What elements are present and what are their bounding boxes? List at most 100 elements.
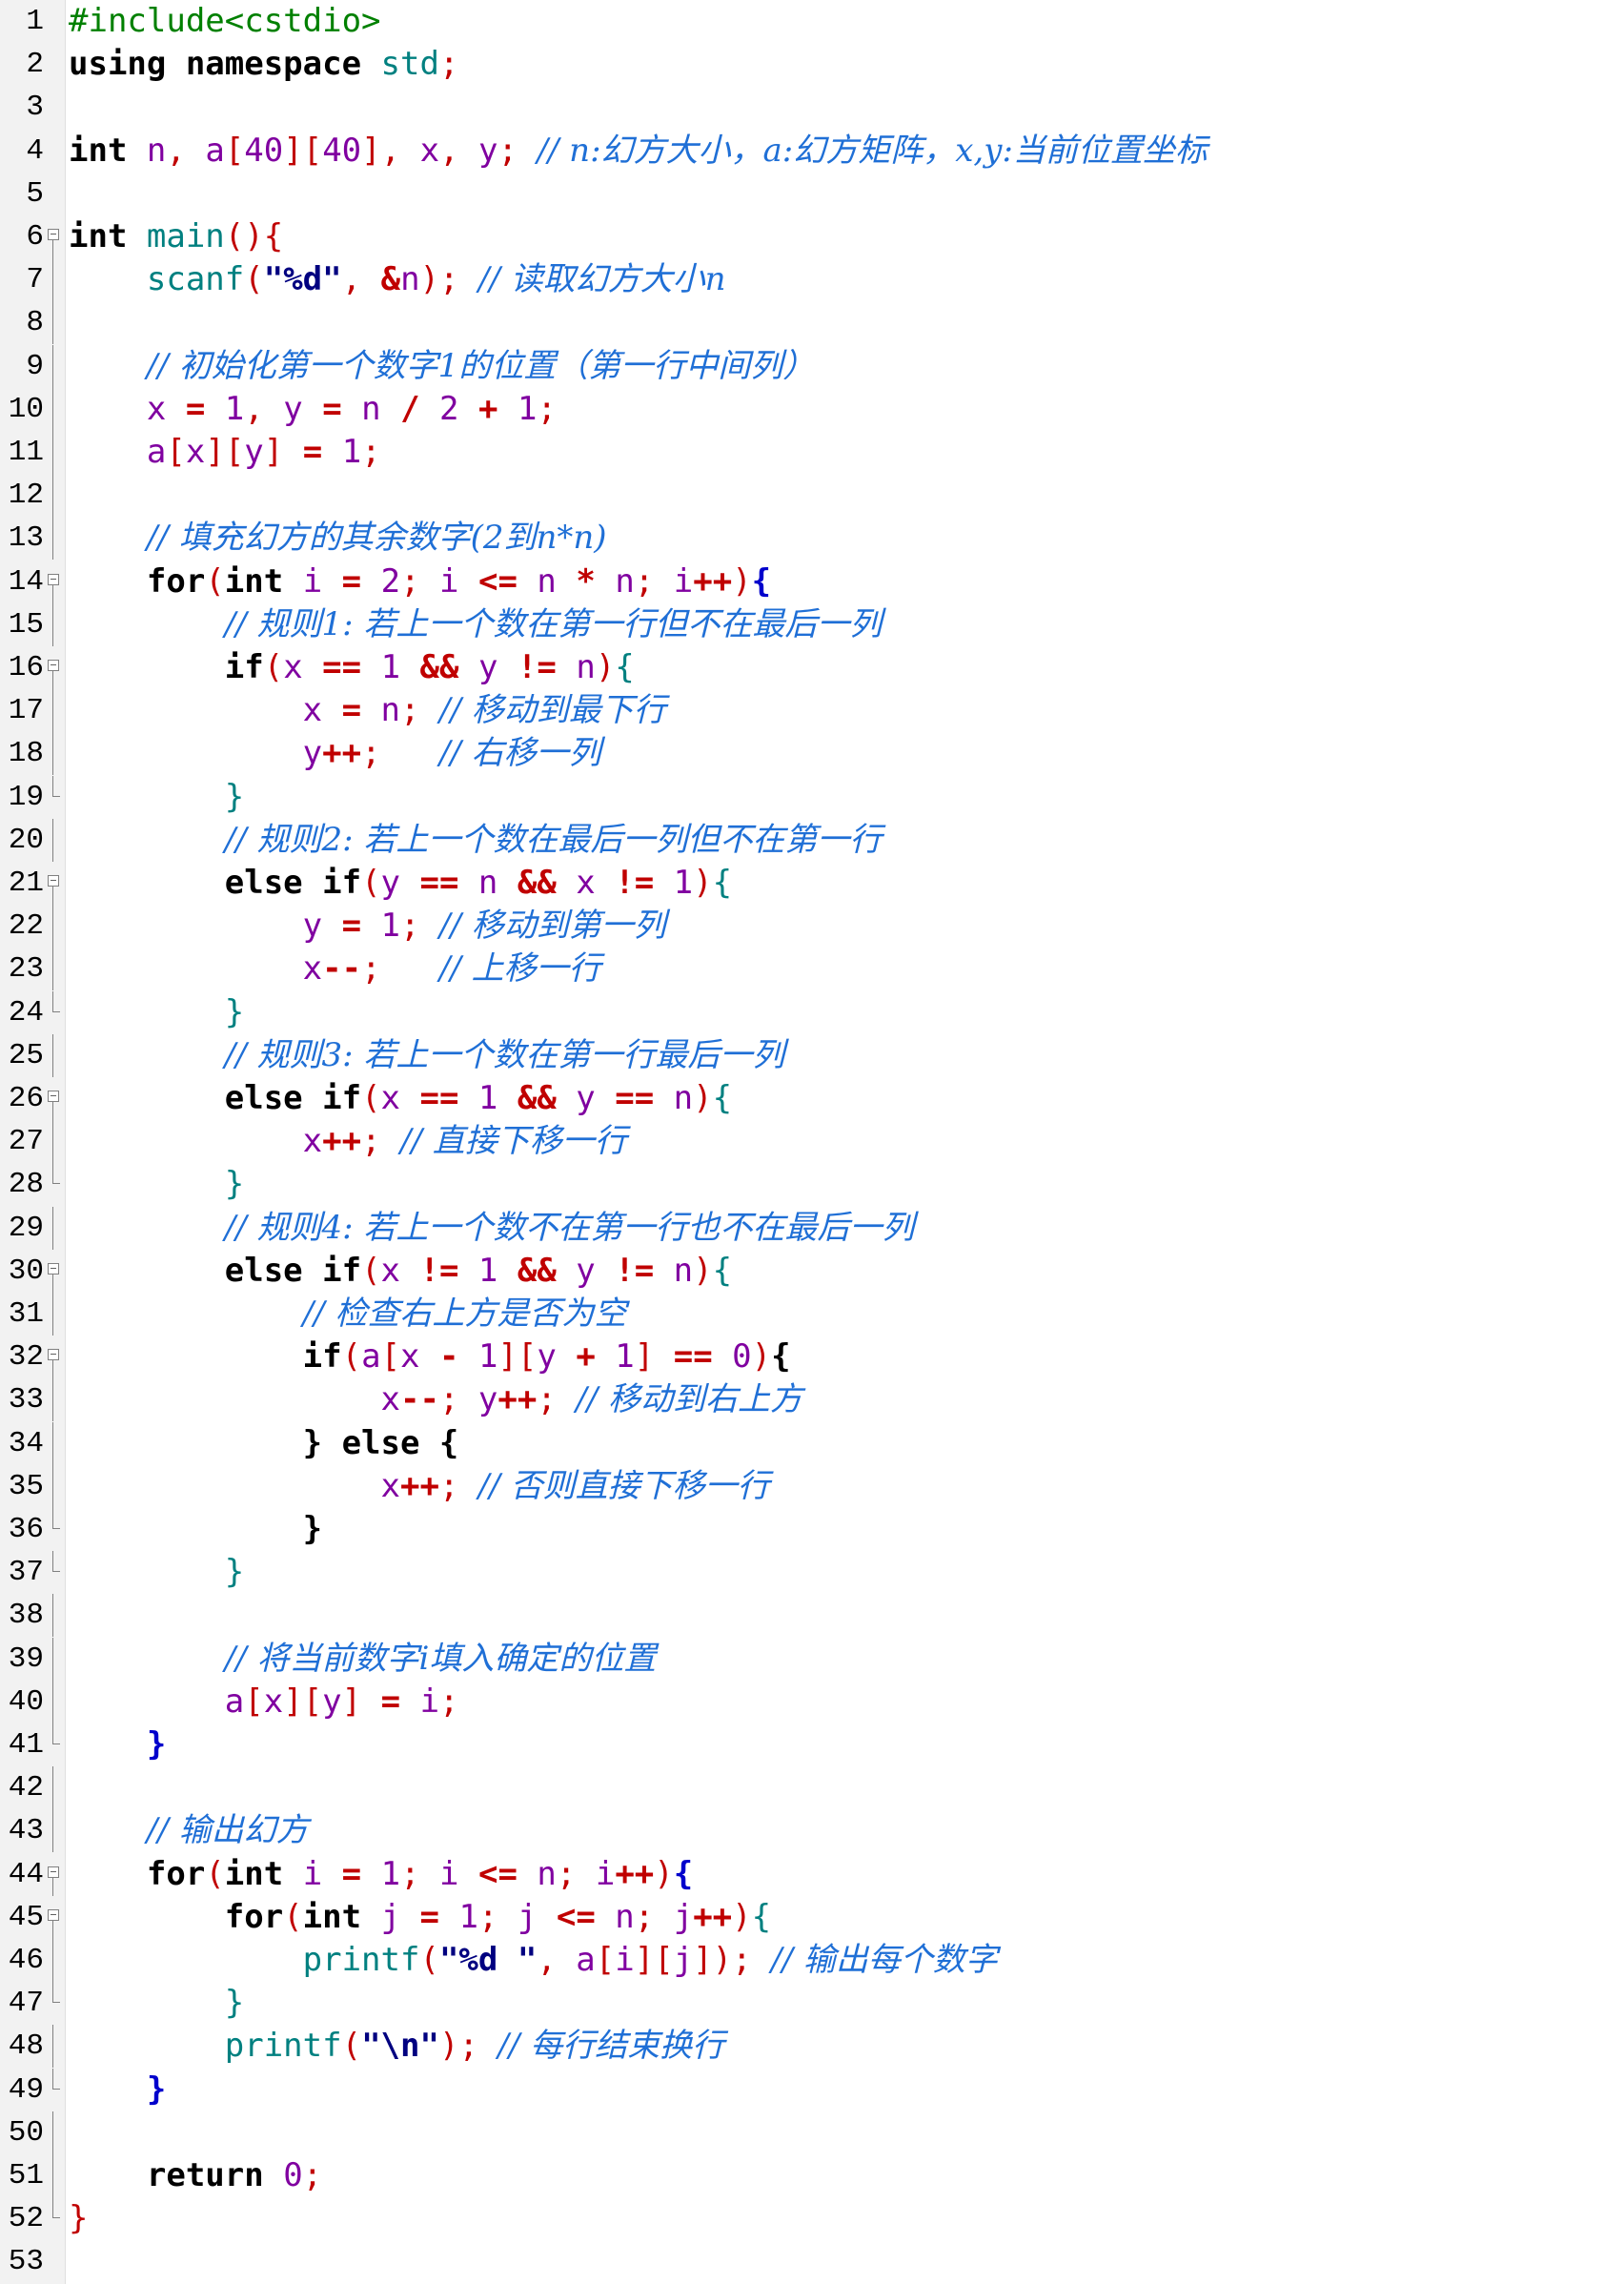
code-line[interactable]: 8 (0, 301, 1624, 345)
code-line[interactable]: 35 x++; // 否则直接下移一行 (0, 1464, 1624, 1508)
code-text[interactable]: x = 1, y = n / 2 + 1; (69, 388, 557, 431)
code-line[interactable]: 21 else if(y == n && x != 1){ (0, 862, 1624, 905)
code-text[interactable]: a[x][y] = i; (69, 1681, 459, 1723)
code-text[interactable]: } else { (69, 1422, 459, 1465)
code-text[interactable]: y = 1; // 移动到第一列 (69, 905, 666, 948)
code-line[interactable]: 38 (0, 1594, 1624, 1638)
code-text[interactable]: // 检查右上方是否为空 (69, 1293, 627, 1336)
code-line[interactable]: 47 } (0, 1982, 1624, 2025)
code-line[interactable]: 37 } (0, 1551, 1624, 1594)
code-line[interactable]: 13 // 填充幻方的其余数字(2到n*n) (0, 517, 1624, 561)
code-text[interactable]: for(int j = 1; j <= n; j++){ (69, 1896, 771, 1939)
code-editor[interactable]: 1 #include<cstdio> 2 using namespace std; 3 4… (0, 0, 1624, 2284)
code-text[interactable]: // 规则1: 若上一个数在第一行但不在最后一列 (69, 603, 883, 646)
code-line[interactable]: 45 for(int j = 1; j <= n; j++){ (0, 1896, 1624, 1939)
code-text[interactable]: // 规则3: 若上一个数在第一行最后一列 (69, 1034, 785, 1077)
code-line[interactable]: 53 (0, 2240, 1624, 2283)
code-line[interactable]: 1 #include<cstdio> (0, 0, 1624, 43)
code-line[interactable]: 34 } else { (0, 1421, 1624, 1465)
code-text[interactable]: printf("%d ", a[i][j]); // 输出每个数字 (69, 1939, 998, 1982)
code-line[interactable]: 51 return 0; (0, 2154, 1624, 2197)
fold-collapse-icon[interactable] (48, 561, 61, 603)
code-line[interactable]: 41 } (0, 1723, 1624, 1766)
code-text[interactable]: y++; // 右移一列 (69, 732, 601, 775)
code-line[interactable]: 46 printf("%d ", a[i][j]); // 输出每个数字 (0, 1939, 1624, 1982)
code-line[interactable]: 39 // 将当前数字i填入确定的位置 (0, 1637, 1624, 1681)
code-line[interactable]: 31 // 检查右上方是否为空 (0, 1293, 1624, 1336)
code-line[interactable]: 40 a[x][y] = i; (0, 1680, 1624, 1723)
code-line[interactable]: 42 (0, 1766, 1624, 1810)
code-line[interactable]: 27 x++; // 直接下移一行 (0, 1120, 1624, 1164)
code-text[interactable]: if(a[x - 1][y + 1] == 0){ (69, 1336, 791, 1378)
code-text[interactable]: // 填充幻方的其余数字(2到n*n) (69, 517, 607, 560)
code-line[interactable]: 16 if(x == 1 && y != n){ (0, 646, 1624, 689)
code-text[interactable]: // 规则4: 若上一个数不在第一行也不在最后一列 (69, 1207, 915, 1250)
code-line[interactable]: 4 int n, a[40][40], x, y; // n:幻方大小，a:幻方矩… (0, 130, 1624, 173)
code-text[interactable]: x++; // 直接下移一行 (69, 1120, 627, 1163)
code-line[interactable]: 25 // 规则3: 若上一个数在第一行最后一列 (0, 1033, 1624, 1077)
code-line[interactable]: 32 if(a[x - 1][y + 1] == 0){ (0, 1336, 1624, 1379)
code-text[interactable]: #include<cstdio> (69, 0, 381, 43)
code-line[interactable]: 3 (0, 86, 1624, 129)
code-line[interactable]: 26 else if(x == 1 && y == n){ (0, 1077, 1624, 1120)
code-line[interactable]: 33 x--; y++; // 移动到右上方 (0, 1378, 1624, 1422)
fold-collapse-icon[interactable] (48, 862, 61, 905)
code-line[interactable]: 10 x = 1, y = n / 2 + 1; (0, 387, 1624, 431)
code-text[interactable]: x--; // 上移一行 (69, 948, 601, 990)
code-text[interactable]: for(int i = 2; i <= n * n; i++){ (69, 561, 771, 603)
code-line[interactable]: 43 // 输出幻方 (0, 1809, 1624, 1853)
code-text[interactable]: int main(){ (69, 215, 283, 258)
code-text[interactable]: // 将当前数字i填入确定的位置 (69, 1638, 657, 1681)
code-line[interactable]: 5 (0, 173, 1624, 215)
code-line[interactable]: 15 // 规则1: 若上一个数在第一行但不在最后一列 (0, 602, 1624, 646)
code-text[interactable]: if(x == 1 && y != n){ (69, 646, 635, 689)
code-text[interactable]: x--; y++; // 移动到右上方 (69, 1378, 803, 1421)
code-text[interactable]: scanf("%d", &n); // 读取幻方大小n (69, 258, 726, 301)
code-text[interactable]: } (69, 776, 244, 819)
code-text[interactable]: } (69, 1551, 244, 1594)
code-line[interactable]: 17 x = n; // 移动到最下行 (0, 689, 1624, 733)
code-line[interactable]: 48 printf("\n"); // 每行结束换行 (0, 2025, 1624, 2069)
code-line[interactable]: 20 // 规则2: 若上一个数在最后一列但不在第一行 (0, 818, 1624, 862)
code-text[interactable]: // 初始化第一个数字1的位置（第一行中间列） (69, 345, 815, 388)
code-line[interactable]: 6 int main(){ (0, 215, 1624, 258)
code-text[interactable]: // 输出幻方 (69, 1809, 309, 1852)
code-line[interactable]: 11 a[x][y] = 1; (0, 431, 1624, 474)
code-text[interactable]: } (69, 1723, 166, 1766)
fold-collapse-icon[interactable] (48, 1077, 61, 1120)
code-text[interactable]: printf("\n"); // 每行结束换行 (69, 2025, 724, 2068)
code-text[interactable]: using namespace std; (69, 43, 458, 86)
code-text[interactable]: else if(y == n && x != 1){ (69, 862, 732, 905)
code-text[interactable]: } (69, 991, 244, 1034)
code-line[interactable]: 22 y = 1; // 移动到第一列 (0, 905, 1624, 948)
code-line[interactable]: 9 // 初始化第一个数字1的位置（第一行中间列） (0, 344, 1624, 388)
fold-collapse-icon[interactable] (48, 1896, 61, 1939)
code-line[interactable]: 44 for(int i = 1; i <= n; i++){ (0, 1853, 1624, 1896)
fold-collapse-icon[interactable] (48, 1853, 61, 1896)
code-text[interactable]: for(int i = 1; i <= n; i++){ (69, 1853, 693, 1896)
code-line[interactable]: 19 } (0, 775, 1624, 819)
code-line[interactable]: 2 using namespace std; (0, 43, 1624, 86)
fold-collapse-icon[interactable] (48, 646, 61, 689)
fold-collapse-icon[interactable] (48, 1250, 61, 1293)
code-line[interactable]: 14 for(int i = 2; i <= n * n; i++){ (0, 561, 1624, 603)
code-text[interactable]: } (69, 1982, 244, 2025)
code-text[interactable]: return 0; (69, 2154, 322, 2197)
code-text[interactable]: int n, a[40][40], x, y; // n:幻方大小，a:幻方矩阵… (69, 130, 1208, 173)
code-line[interactable]: 50 (0, 2111, 1624, 2154)
code-text[interactable]: else if(x != 1 && y != n){ (69, 1250, 732, 1293)
code-line[interactable]: 29 // 规则4: 若上一个数不在第一行也不在最后一列 (0, 1206, 1624, 1250)
code-line[interactable]: 24 } (0, 990, 1624, 1034)
code-line[interactable]: 30 else if(x != 1 && y != n){ (0, 1250, 1624, 1293)
code-text[interactable]: // 规则2: 若上一个数在最后一列但不在第一行 (69, 819, 883, 862)
code-line[interactable]: 49 } (0, 2068, 1624, 2111)
code-text[interactable]: x = n; // 移动到最下行 (69, 689, 666, 732)
code-line[interactable]: 52} (0, 2197, 1624, 2240)
code-line[interactable]: 12 (0, 474, 1624, 518)
code-text[interactable]: } (69, 2069, 166, 2111)
code-text[interactable]: else if(x == 1 && y == n){ (69, 1077, 732, 1120)
code-text[interactable]: } (69, 2197, 88, 2240)
code-text[interactable]: } (69, 1163, 244, 1206)
code-text[interactable]: } (69, 1508, 322, 1551)
fold-collapse-icon[interactable] (48, 1336, 61, 1379)
